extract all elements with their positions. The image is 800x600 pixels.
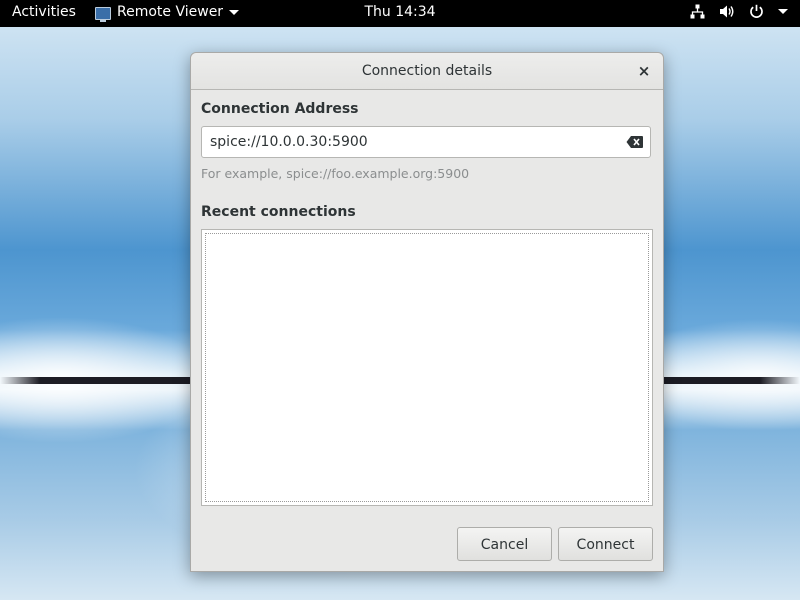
dialog-header: Connection details × (191, 53, 663, 90)
chevron-down-icon (778, 9, 788, 14)
recent-connections-list[interactable] (201, 229, 653, 506)
connection-details-dialog: Connection details × Connection Address … (190, 52, 664, 572)
app-menu-label: Remote Viewer (117, 4, 224, 20)
network-icon (690, 4, 705, 19)
clock[interactable]: Thu 14:34 (364, 4, 435, 20)
dialog-title: Connection details (361, 63, 493, 79)
volume-icon (720, 5, 734, 18)
chevron-down-icon (229, 9, 240, 15)
activities-button[interactable]: Activities (12, 4, 76, 20)
connection-address-label: Connection Address (201, 101, 359, 117)
system-status-menu[interactable] (690, 4, 788, 19)
monitor-icon (95, 6, 111, 22)
power-icon (750, 4, 763, 18)
close-button[interactable]: × (635, 62, 653, 80)
top-bar: Activities Remote Viewer Thu 14:34 (0, 0, 800, 27)
recent-connections-label: Recent connections (201, 204, 356, 220)
connect-button[interactable]: Connect (558, 527, 653, 561)
address-example-hint: For example, spice://foo.example.org:590… (201, 166, 470, 181)
recent-connections-focus-ring (205, 233, 649, 502)
connection-address-input[interactable] (202, 127, 625, 157)
connection-address-field[interactable] (201, 126, 651, 158)
app-menu-button[interactable]: Remote Viewer (95, 4, 240, 22)
cancel-button[interactable]: Cancel (457, 527, 552, 561)
clear-text-icon[interactable] (626, 135, 644, 149)
